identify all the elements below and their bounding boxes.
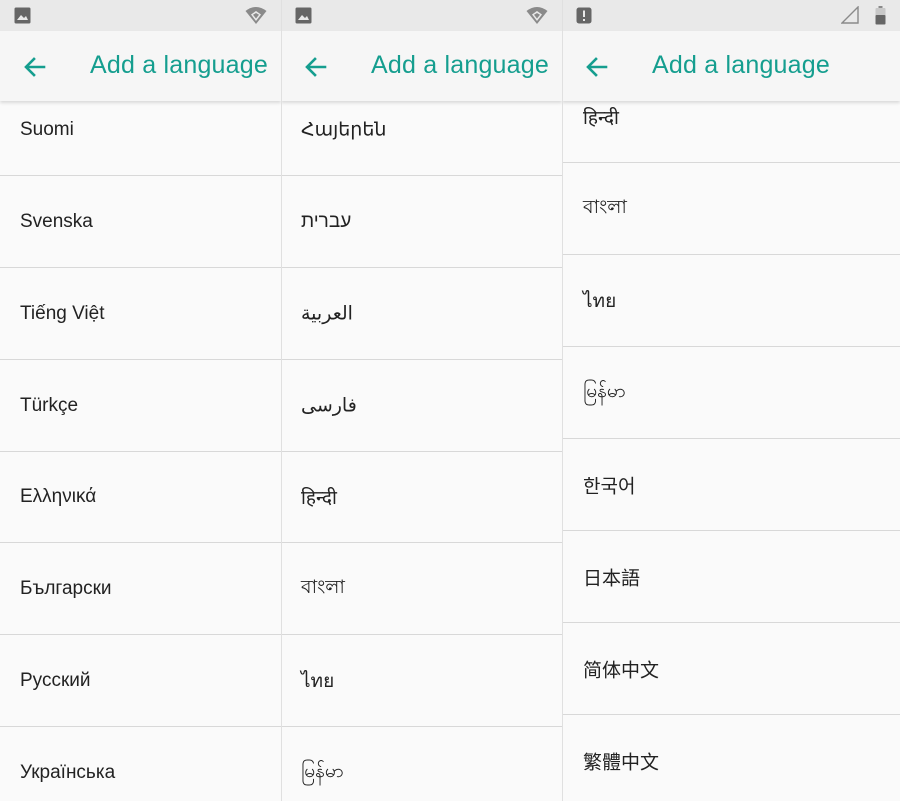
status-bar [0,0,281,31]
back-arrow-icon[interactable] [303,54,329,80]
language-list[interactable]: हिन्दी বাংলা ไทย မြန်မာ 한국어 日本語 简体中文 繁體中… [562,101,900,801]
alert-icon [576,7,592,29]
panel-2: Add a language Հայերեն עברית العربية فار… [281,0,562,801]
language-label: 日本語 [583,568,641,589]
list-item[interactable]: 日本語 [562,531,900,623]
app-bar: Add a language [562,31,900,101]
wifi-icon [526,6,548,30]
panel-3: Add a language हिन्दी বাংলা ไทย မြန်မာ 한… [562,0,900,801]
panel-divider [562,0,563,801]
list-item[interactable]: မြန်မာ [562,347,900,439]
language-label: فارسی [301,395,357,416]
language-label: Ελληνικά [20,485,97,507]
page-title: Add a language [652,51,830,79]
app-bar: Add a language [0,31,281,101]
list-item[interactable]: 한국어 [562,439,900,531]
list-item[interactable]: עברית [281,176,562,268]
language-label: ไทย [301,670,335,692]
list-item[interactable]: বাংলা [562,163,900,255]
language-label: Русский [20,669,91,691]
language-label: Türkçe [20,394,79,416]
status-icons-right [839,5,886,30]
list-item[interactable]: हिन्दी [281,451,562,543]
list-item[interactable]: 繁體中文 [562,715,900,801]
language-label: 한국어 [583,476,636,497]
status-bar [281,0,562,31]
battery-icon [875,6,886,30]
panel-1: Add a language Suomi Svenska Tiếng Việt … [0,0,281,801]
language-label: Suomi [20,118,74,140]
back-arrow-icon[interactable] [22,54,48,80]
language-label: हिन्दी [301,487,337,509]
language-label: 简体中文 [583,660,660,681]
language-label: မြန်မာ [301,760,344,782]
panel-divider [281,0,282,801]
list-item[interactable]: বাংলা [281,543,562,635]
image-icon [14,7,31,29]
back-arrow-icon[interactable] [584,54,610,80]
list-item[interactable]: فارسی [281,360,562,452]
page-title: Add a language [90,51,268,79]
language-label: Български [20,577,112,599]
list-item[interactable]: 简体中文 [562,623,900,715]
list-item[interactable]: العربية [281,268,562,360]
language-label: Հայերեն [301,119,387,140]
language-list[interactable]: Suomi Svenska Tiếng Việt Türkçe Ελληνικά… [0,101,281,801]
list-item[interactable]: Ελληνικά [0,451,281,543]
list-item[interactable]: ไทย [281,635,562,727]
list-item[interactable]: မြန်မာ [281,727,562,801]
status-bar [562,0,900,31]
language-label: हिन्दी [583,107,619,129]
language-label: ไทย [583,290,617,312]
language-label: Tiếng Việt [20,302,105,324]
language-list[interactable]: Հայերեն עברית العربية فارسی हिन्दी বাংলা… [281,101,562,801]
page-title: Add a language [371,51,549,79]
language-label: မြန်မာ [583,380,626,402]
app-bar: Add a language [281,31,562,101]
language-label: العربية [301,303,353,324]
list-item[interactable]: Български [0,543,281,635]
cell-signal-icon [839,5,859,29]
language-label: עברית [301,210,352,232]
list-item[interactable]: Tiếng Việt [0,268,281,360]
list-item[interactable]: Türkçe [0,360,281,452]
language-label: Svenska [20,210,93,232]
language-label: Українська [20,761,116,783]
language-label: 繁體中文 [583,752,660,773]
list-item[interactable]: Українська [0,727,281,801]
wifi-icon [245,6,267,30]
image-icon [295,7,312,29]
language-label: বাংলা [301,576,345,598]
list-item[interactable]: Русский [0,635,281,727]
list-item[interactable]: ไทย [562,255,900,347]
list-item[interactable]: Svenska [0,176,281,268]
language-label: বাংলা [583,196,627,218]
